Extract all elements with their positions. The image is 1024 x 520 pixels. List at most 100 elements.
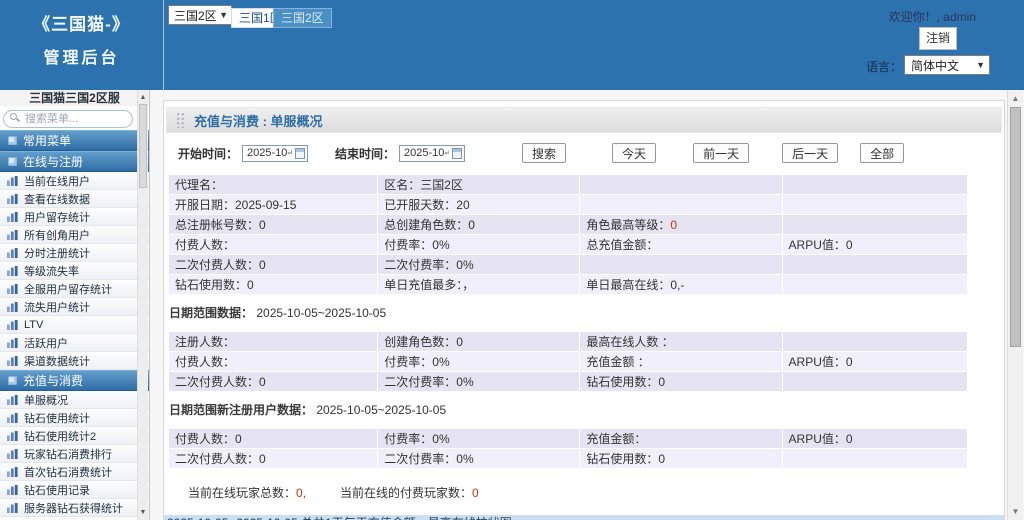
sidebar-item[interactable]: 渠道数据统计 — [0, 352, 149, 370]
filter-toolbar: 开始时间： 结束时间： 搜索今天前一天后一天全部 — [178, 142, 1004, 164]
data-cell: 二次付费人数：0 — [169, 449, 377, 468]
page-title: 充值与消费 : 单服概况 — [194, 111, 323, 130]
scroll-up-icon[interactable]: ▲ — [1008, 94, 1023, 103]
heading-dates: 2025-10-05~2025-10-05 — [256, 306, 386, 320]
data-cell: 充值金额： — [580, 429, 781, 448]
date-range-heading: 日期范围数据： 2025-10-05~2025-10-05 — [169, 304, 1004, 321]
logout-button[interactable]: 注销 — [919, 27, 957, 50]
bar-chart-icon — [7, 176, 18, 186]
sidebar-item[interactable]: 所有创角用户 — [0, 226, 149, 244]
chevron-down-icon: ▼ — [976, 60, 985, 70]
drag-handle-icon — [176, 112, 185, 128]
data-cell — [783, 332, 967, 351]
bar-chart-icon — [7, 248, 18, 258]
all-button[interactable]: 全部 — [860, 143, 904, 163]
content-scroll-thumb[interactable] — [1010, 107, 1021, 347]
sidebar-section-header[interactable]: 充值与消费 — [0, 370, 149, 391]
section-icon — [8, 157, 17, 166]
sidebar-item[interactable]: 钻石使用统计2 — [0, 427, 149, 445]
server-select[interactable]: 三国2区 ▼ — [168, 5, 232, 25]
calendar-icon[interactable] — [452, 148, 462, 159]
new-user-heading: 日期范围新注册用户数据： 2025-10-05~2025-10-05 — [169, 401, 1004, 418]
scroll-down-icon[interactable]: ▼ — [138, 509, 148, 516]
sidebar-item[interactable]: 等级流失率 — [0, 262, 149, 280]
sidebar-item-label: 活跃用户 — [24, 335, 68, 351]
data-cell: 区名：三国2区 — [378, 175, 579, 194]
main-panel: 充值与消费 : 单服概况 开始时间： 结束时间： 搜索今天前一天后一天全部 代理… — [163, 100, 1005, 520]
sidebar-item[interactable]: 流失用户统计 — [0, 298, 149, 316]
sidebar-item[interactable]: 用户留存统计 — [0, 208, 149, 226]
search-button[interactable]: 搜索 — [522, 143, 566, 163]
search-input[interactable] — [3, 110, 133, 128]
data-cell: 创建角色数：0 — [378, 332, 579, 351]
prev-day-button[interactable]: 前一天 — [693, 143, 749, 163]
bar-chart-icon — [7, 230, 18, 240]
overview-table: 代理名：区名：三国2区开服日期：2025-09-15已开服天数：20总注册帐号数… — [168, 174, 968, 295]
scroll-down-icon[interactable]: ▼ — [1008, 507, 1023, 516]
table-row: 二次付费人数：0二次付费率：0%钻石使用数：0 — [169, 449, 967, 468]
sidebar-item[interactable]: 当前在线用户 — [0, 172, 149, 190]
sidebar-item[interactable]: 服务器钻石获得统计 — [0, 499, 149, 517]
sidebar: 三国猫三国2区服 常用菜单在线与注册当前在线用户查看在线数据用户留存统计所有创角… — [0, 90, 150, 520]
sidebar-scrollbar[interactable]: ▲ ▼ — [137, 90, 148, 520]
search-box — [3, 109, 133, 127]
sidebar-scroll-thumb[interactable] — [139, 104, 147, 188]
data-cell: 代理名： — [169, 175, 377, 194]
sidebar-item-label: 所有创角用户 — [24, 227, 90, 243]
table-row: 钻石使用数：0单日充值最多：，单日最高在线：0,- — [169, 275, 967, 294]
stat-value: 0, — [296, 486, 306, 500]
sidebar-item-label: 用户留存统计 — [24, 209, 90, 225]
table-row: 付费人数：付费率：0%充值金额 ：ARPU值：0 — [169, 352, 967, 371]
sidebar-section-header[interactable]: 在线与注册 — [0, 151, 149, 172]
sidebar-section-header[interactable]: 常用菜单 — [0, 130, 149, 151]
bar-chart-icon — [7, 485, 18, 495]
language-select[interactable]: 简体中文 ▼ — [904, 55, 990, 75]
content-scrollbar[interactable]: ▲ ▼ — [1007, 90, 1023, 520]
data-cell: ARPU值：0 — [783, 352, 967, 371]
sidebar-item[interactable]: LTV — [0, 316, 149, 334]
bar-chart-icon — [7, 266, 18, 276]
new-user-table: 付费人数：0付费率：0%充值金额：ARPU值：0二次付费人数：0二次付费率：0%… — [168, 428, 968, 469]
data-cell: 二次付费人数：0 — [169, 372, 377, 391]
sidebar-item[interactable]: 钻石使用记录 — [0, 481, 149, 499]
calendar-icon[interactable] — [295, 148, 305, 159]
data-cell — [783, 372, 967, 391]
sidebar-item[interactable]: 单服概况 — [0, 391, 149, 409]
sidebar-item[interactable]: 钻石使用统计 — [0, 409, 149, 427]
sidebar-item-label: 服务器钻石获得统计 — [24, 500, 123, 516]
data-cell: 付费率：0% — [378, 235, 579, 254]
heading-label: 日期范围新注册用户数据： — [169, 403, 313, 417]
data-cell — [580, 195, 781, 214]
language-label: 语言： — [866, 58, 902, 75]
heading-label: 日期范围数据： — [169, 306, 253, 320]
data-cell: 充值金额 ： — [580, 352, 781, 371]
bar-chart-icon — [7, 320, 18, 330]
sidebar-item[interactable]: 首次钻石消费统计 — [0, 463, 149, 481]
sidebar-item[interactable]: 全服用户留存统计 — [0, 280, 149, 298]
sidebar-item[interactable]: 分时注册统计 — [0, 244, 149, 262]
table-row: 二次付费人数：0二次付费率：0% — [169, 255, 967, 274]
next-day-button[interactable]: 后一天 — [782, 143, 838, 163]
today-button[interactable]: 今天 — [612, 143, 656, 163]
chart-header: 2025-10-05--2025-10-05 总共1天每天充值金额、最高在线柱状… — [164, 515, 1004, 520]
section-icon — [8, 376, 17, 385]
data-cell: ARPU值：0 — [783, 235, 967, 254]
scroll-up-icon[interactable]: ▲ — [138, 94, 148, 101]
stat-value: 0 — [472, 486, 479, 500]
data-cell: 总创建角色数：0 — [378, 215, 579, 234]
sidebar-item[interactable]: 查看在线数据 — [0, 190, 149, 208]
tab-server-2-active[interactable]: 三国2区 — [273, 8, 332, 28]
sidebar-title: 三国猫三国2区服 — [0, 90, 149, 106]
bar-chart-icon — [7, 356, 18, 366]
data-cell — [580, 255, 781, 274]
brand-title: 《三国猫-》 — [0, 10, 163, 35]
sidebar-item-label: 首次钻石消费统计 — [24, 464, 112, 480]
sidebar-item-label: 流失用户统计 — [24, 299, 90, 315]
data-cell: 付费人数：0 — [169, 429, 377, 448]
sidebar-item[interactable]: 活跃用户 — [0, 334, 149, 352]
data-cell: 钻石使用数：0 — [169, 275, 377, 294]
sidebar-item[interactable]: 玩家钻石消费排行 — [0, 445, 149, 463]
language-select-value: 简体中文 — [911, 57, 959, 74]
section-icon — [8, 136, 17, 145]
sidebar-item-label: 查看在线数据 — [24, 191, 90, 207]
